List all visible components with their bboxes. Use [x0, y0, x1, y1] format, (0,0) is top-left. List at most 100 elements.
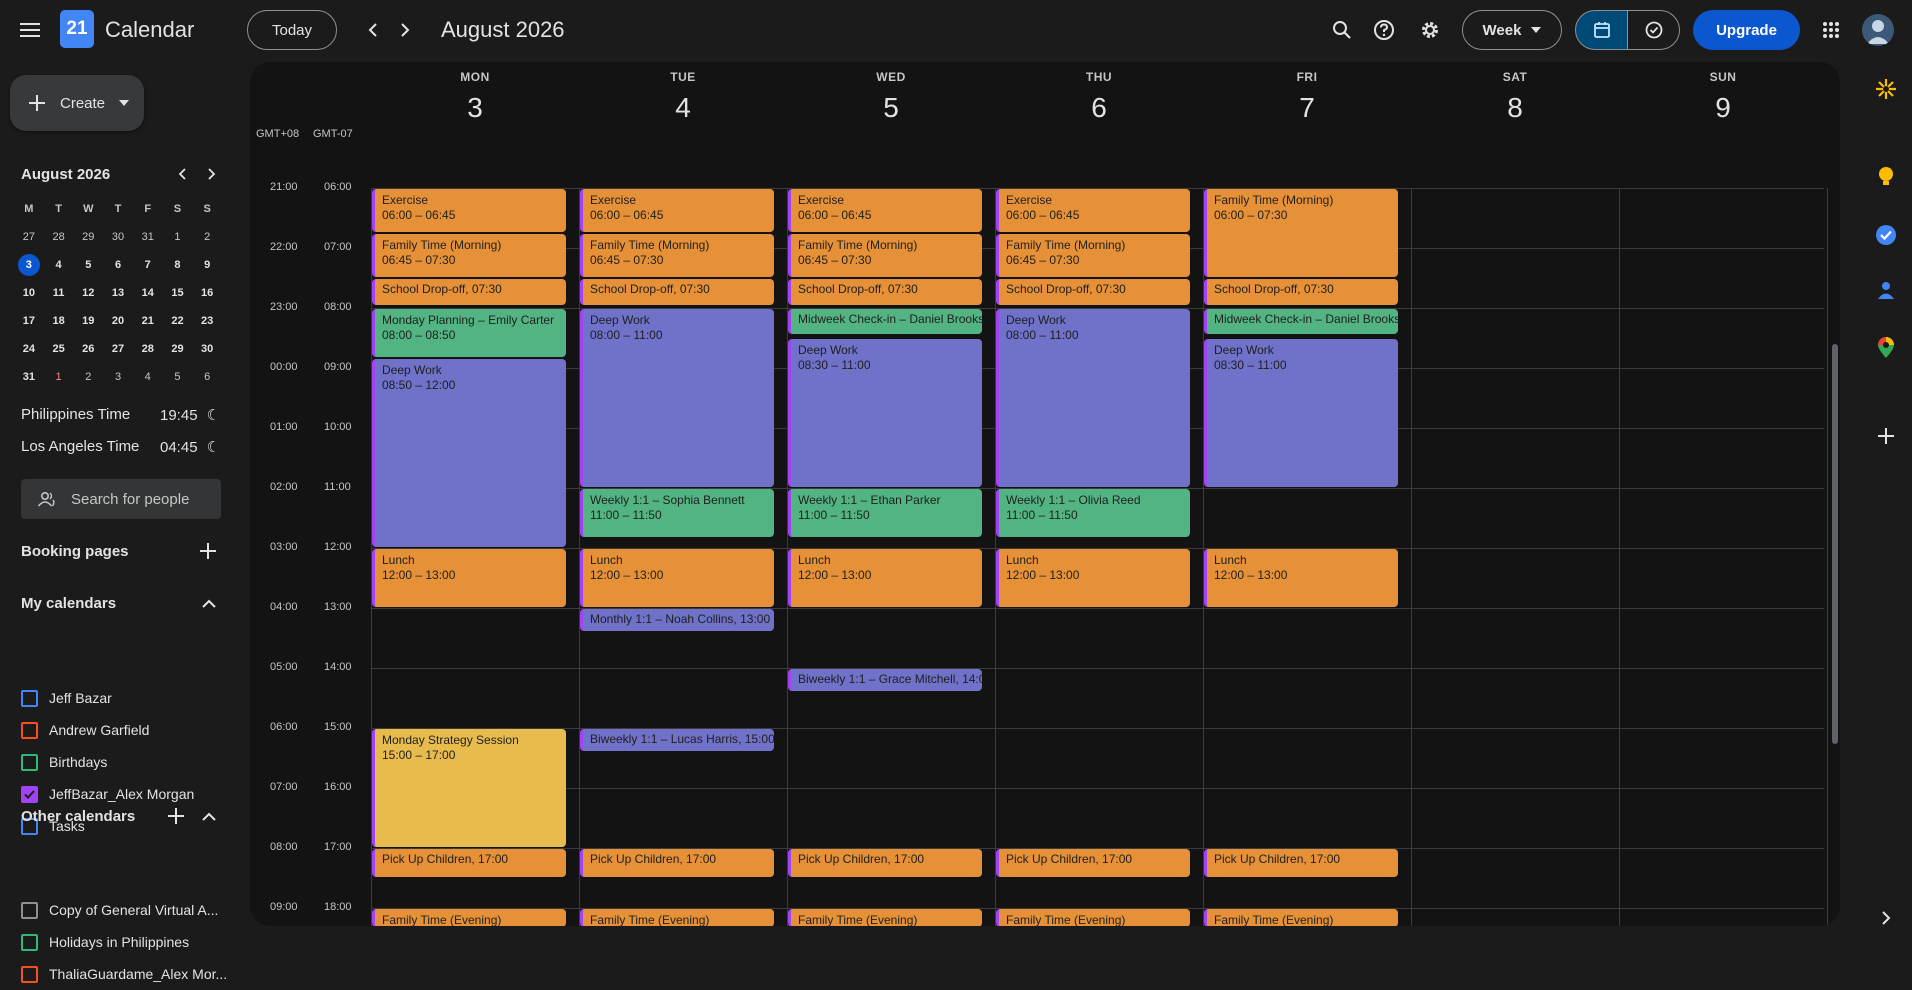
calendar-event[interactable]: Pick Up Children, 17:00 [996, 849, 1190, 877]
mini-calendar-day[interactable]: 9 [192, 259, 222, 271]
chevron-up-icon[interactable] [202, 596, 218, 612]
calendar-checkbox[interactable] [21, 785, 38, 803]
search-people-input[interactable]: Search for people [21, 479, 221, 519]
calendar-event[interactable]: Family Time (Evening)18:00 – 21:00 [996, 909, 1190, 926]
calendar-item[interactable]: JeffBazar_Alex Morgan [21, 778, 231, 810]
calendar-item[interactable]: ThaliaGuardame_Alex Mor... [21, 958, 231, 990]
settings-icon[interactable] [1410, 10, 1450, 50]
calendar-event[interactable]: Lunch 12:00 – 13:00 [372, 549, 566, 607]
mini-calendar-day[interactable]: 8 [163, 259, 193, 271]
mini-calendar-day[interactable]: 16 [192, 287, 222, 299]
menu-icon[interactable] [10, 10, 50, 50]
tips-icon[interactable] [1874, 165, 1898, 189]
day-header[interactable]: MON 3 [371, 70, 579, 124]
calendar-event[interactable]: Pick Up Children, 17:00 [1204, 849, 1398, 877]
mini-calendar-day[interactable]: 20 [103, 315, 133, 327]
day-number[interactable]: 4 [579, 92, 787, 124]
mini-calendar-day[interactable]: 28 [133, 343, 163, 355]
calendar-event[interactable]: Family Time (Morning) 06:45 – 07:30 [996, 234, 1190, 277]
calendar-event[interactable]: Lunch 12:00 – 13:00 [580, 549, 774, 607]
mini-calendar-day[interactable]: 15 [163, 287, 193, 299]
add-other-calendar-icon[interactable] [168, 808, 186, 826]
add-booking-page-icon[interactable] [200, 543, 218, 561]
calendar-event[interactable]: Midweek Check-in – Daniel Brooks [788, 309, 982, 334]
mini-calendar-day[interactable]: 2 [192, 231, 222, 243]
calendar-event[interactable]: Weekly 1:1 – Ethan Parker 11:00 – 11:50 [788, 489, 982, 537]
other-calendars-title[interactable]: Other calendars [21, 808, 135, 825]
mini-calendar-day[interactable]: 1 [163, 231, 193, 243]
booking-pages-title[interactable]: Booking pages [21, 543, 129, 560]
calendar-item[interactable]: Andrew Garfield [21, 714, 231, 746]
mini-calendar-day[interactable]: 10 [14, 287, 44, 299]
calendar-event[interactable]: Monday Strategy Session 15:00 – 17:00 [372, 729, 566, 847]
mini-calendar-day[interactable]: 26 [73, 343, 103, 355]
day-header[interactable]: FRI 7 [1203, 70, 1411, 124]
calendar-event[interactable]: Exercise 06:00 – 06:45 [372, 189, 566, 232]
mini-calendar-day[interactable]: 19 [73, 315, 103, 327]
calendar-event[interactable]: Deep Work 08:50 – 12:00 [372, 358, 566, 547]
mini-prev-month[interactable] [174, 164, 190, 184]
calendar-event[interactable]: Pick Up Children, 17:00 [372, 849, 566, 877]
calendar-event[interactable]: Lunch 12:00 – 13:00 [788, 549, 982, 607]
calendar-event[interactable]: Monthly 1:1 – Noah Collins, 13:00 [580, 609, 774, 631]
calendar-view-toggle[interactable] [1575, 10, 1628, 50]
calendar-event[interactable]: Pick Up Children, 17:00 [788, 849, 982, 877]
calendar-event[interactable]: Biweekly 1:1 – Lucas Harris, 15:00 [580, 729, 774, 751]
calendar-event[interactable]: School Drop-off, 07:30 [1204, 279, 1398, 306]
keep-icon[interactable] [1874, 77, 1898, 101]
calendar-event[interactable]: Deep Work 08:00 – 11:00 [580, 309, 774, 487]
calendar-item[interactable]: Birthdays [21, 746, 231, 778]
calendar-event[interactable]: Monday Planning – Emily Carter 08:00 – 08… [372, 309, 566, 357]
mini-calendar-day[interactable]: 29 [73, 231, 103, 243]
mini-calendar-day[interactable]: 28 [44, 231, 74, 243]
calendar-event[interactable]: School Drop-off, 07:30 [580, 279, 774, 306]
calendar-checkbox[interactable] [21, 753, 38, 771]
mini-calendar-day[interactable]: 18 [44, 315, 74, 327]
calendar-event[interactable]: Family Time (Evening)18:00 – 21:00 [372, 909, 566, 926]
calendar-event[interactable]: Biweekly 1:1 – Grace Mitchell, 14:00 [788, 669, 982, 691]
mini-calendar-day[interactable]: 3 [14, 254, 44, 276]
view-select[interactable]: Week [1462, 10, 1562, 50]
calendar-event[interactable]: Weekly 1:1 – Olivia Reed 11:00 – 11:50 [996, 489, 1190, 537]
tasks-icon[interactable] [1874, 223, 1898, 247]
create-button[interactable]: Create [10, 75, 144, 131]
calendar-event[interactable]: Midweek Check-in – Daniel Brooks [1204, 309, 1398, 334]
mini-calendar-day[interactable]: 30 [192, 343, 222, 355]
day-header[interactable]: THU 6 [995, 70, 1203, 124]
time-grid[interactable]: 21:00 06:00 22:00 07:00 23:00 08:00 00:00 09:00… [250, 148, 1840, 926]
calendar-event[interactable]: Deep Work 08:00 – 11:00 [996, 309, 1190, 487]
calendar-event[interactable]: School Drop-off, 07:30 [372, 279, 566, 306]
mini-calendar-day[interactable]: 3 [103, 371, 133, 383]
mini-calendar-day[interactable]: 13 [103, 287, 133, 299]
maps-icon[interactable] [1874, 336, 1898, 360]
mini-calendar-day[interactable]: 7 [133, 259, 163, 271]
mini-calendar-day[interactable]: 11 [44, 287, 74, 299]
next-week-button[interactable] [389, 14, 421, 46]
scrollbar[interactable] [1832, 344, 1838, 744]
chevron-up-icon[interactable] [202, 809, 218, 825]
calendar-checkbox[interactable] [21, 901, 38, 919]
tasks-view-toggle[interactable] [1627, 10, 1680, 50]
mini-calendar-day[interactable]: 22 [163, 315, 193, 327]
calendar-event[interactable]: Lunch 12:00 – 13:00 [1204, 549, 1398, 607]
apps-grid-icon[interactable] [1811, 10, 1851, 50]
mini-calendar-day[interactable]: 5 [73, 259, 103, 271]
calendar-event[interactable]: Deep Work 08:30 – 11:00 [788, 339, 982, 487]
app-logo[interactable]: 21 [60, 10, 94, 48]
day-header[interactable]: WED 5 [787, 70, 995, 124]
mini-calendar-day[interactable]: 6 [103, 259, 133, 271]
day-header[interactable]: TUE 4 [579, 70, 787, 124]
calendar-item[interactable]: Holidays in Philippines [21, 926, 231, 958]
mini-calendar-day[interactable]: 27 [103, 343, 133, 355]
calendar-event[interactable]: Family Time (Evening)18:00 – 21:00 [1204, 909, 1398, 926]
expand-panel-icon[interactable] [1874, 906, 1898, 930]
mini-calendar-day[interactable]: 30 [103, 231, 133, 243]
calendar-event[interactable]: Lunch 12:00 – 13:00 [996, 549, 1190, 607]
day-number[interactable]: 7 [1203, 92, 1411, 124]
day-number[interactable]: 6 [995, 92, 1203, 124]
calendar-item[interactable]: Jeff Bazar [21, 682, 231, 714]
mini-calendar-day[interactable]: 23 [192, 315, 222, 327]
day-number[interactable]: 9 [1619, 92, 1827, 124]
calendar-event[interactable]: Exercise 06:00 – 06:45 [996, 189, 1190, 232]
mini-calendar-day[interactable]: 17 [14, 315, 44, 327]
